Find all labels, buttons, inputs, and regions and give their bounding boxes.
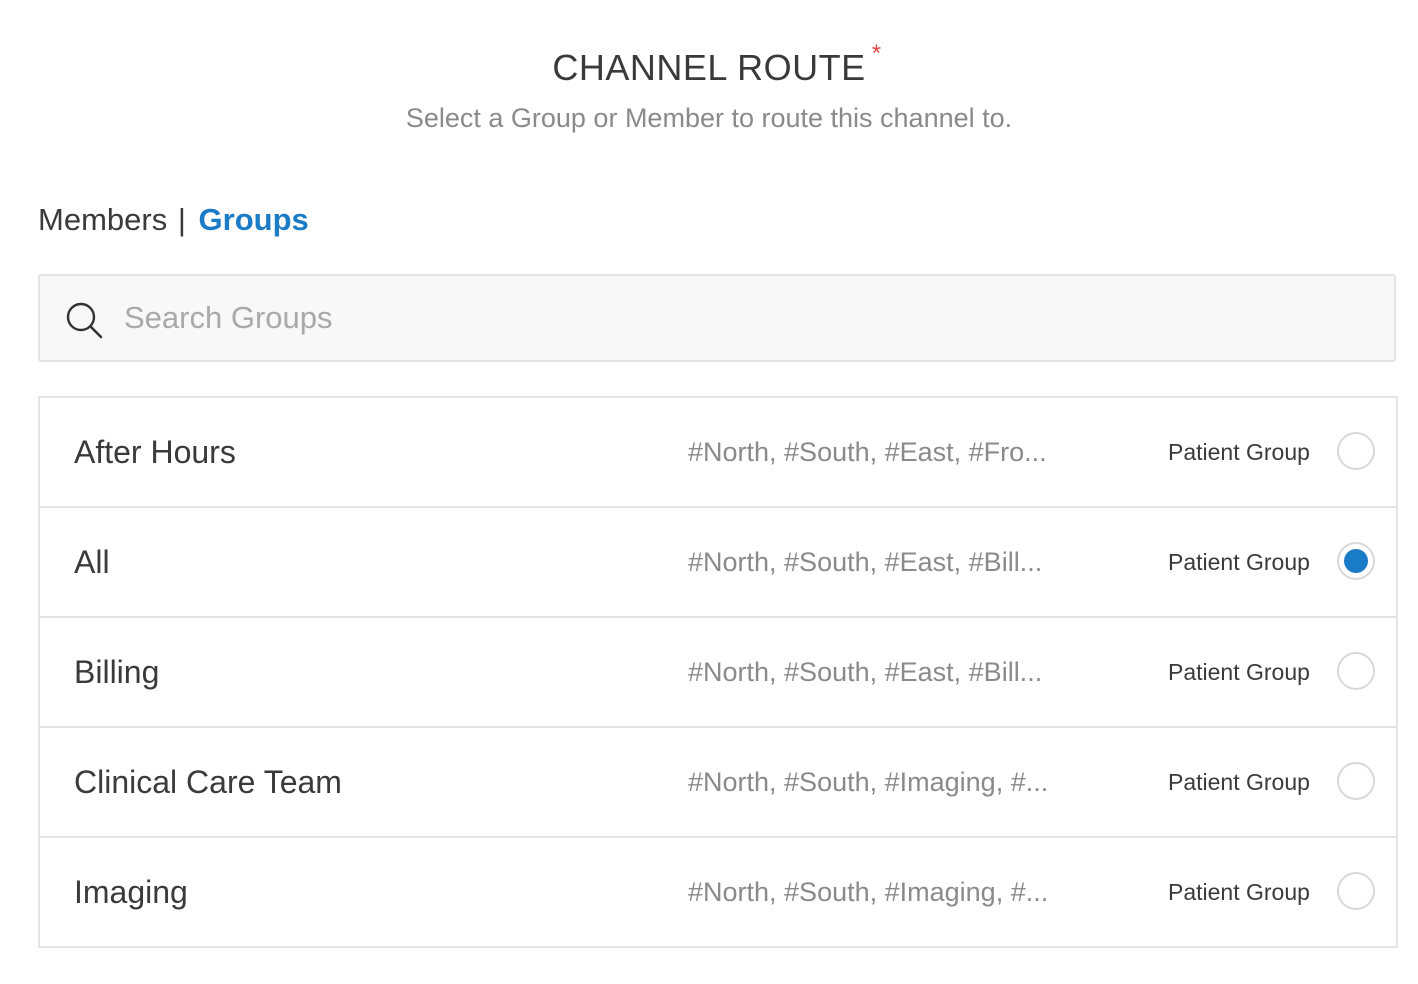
page-title: CHANNEL ROUTE * <box>552 42 881 92</box>
search-icon <box>66 302 103 339</box>
group-name: After Hours <box>74 434 236 470</box>
group-list: After Hours #North, #South, #East, #Fro.… <box>38 396 1398 948</box>
group-radio-button[interactable] <box>1337 872 1375 910</box>
list-item[interactable]: All #North, #South, #East, #Bill... Pati… <box>40 508 1396 618</box>
group-type: Patient Group <box>1168 549 1310 575</box>
list-item[interactable]: Billing #North, #South, #East, #Bill... … <box>40 618 1396 728</box>
group-radio-button[interactable] <box>1337 762 1375 800</box>
group-radio-button[interactable] <box>1337 432 1375 470</box>
group-type: Patient Group <box>1168 439 1310 465</box>
group-radio-button[interactable] <box>1337 542 1375 580</box>
group-name: Imaging <box>74 874 188 910</box>
list-item[interactable]: Imaging #North, #South, #Imaging, #... P… <box>40 838 1396 946</box>
members-groups-toggle: Members | Groups <box>38 198 309 242</box>
group-name: Clinical Care Team <box>74 764 342 800</box>
search-box <box>38 274 1396 362</box>
group-name: Billing <box>74 654 160 690</box>
group-radio-button[interactable] <box>1337 652 1375 690</box>
required-marker: * <box>871 40 882 67</box>
group-name: All <box>74 544 110 580</box>
page-subtitle: Select a Group or Member to route this c… <box>405 103 1013 133</box>
members-tab[interactable]: Members <box>38 202 167 237</box>
list-item[interactable]: After Hours #North, #South, #East, #Fro.… <box>40 398 1396 508</box>
group-tags: #North, #South, #East, #Bill... <box>688 547 1043 577</box>
list-item[interactable]: Clinical Care Team #North, #South, #Imag… <box>40 728 1396 838</box>
group-type: Patient Group <box>1168 769 1310 795</box>
groups-tab[interactable]: Groups <box>199 202 309 237</box>
search-input[interactable] <box>124 290 1364 346</box>
group-type: Patient Group <box>1168 879 1310 905</box>
group-tags: #North, #South, #Imaging, #... <box>688 767 1049 797</box>
toggle-separator: | <box>177 202 186 237</box>
page-title-text: CHANNEL ROUTE <box>552 47 866 88</box>
group-tags: #North, #South, #East, #Bill... <box>688 657 1043 687</box>
group-type: Patient Group <box>1168 659 1310 685</box>
group-tags: #North, #South, #Imaging, #... <box>688 877 1049 907</box>
header: CHANNEL ROUTE * Select a Group or Member… <box>0 42 1418 138</box>
group-tags: #North, #South, #East, #Fro... <box>688 437 1047 467</box>
